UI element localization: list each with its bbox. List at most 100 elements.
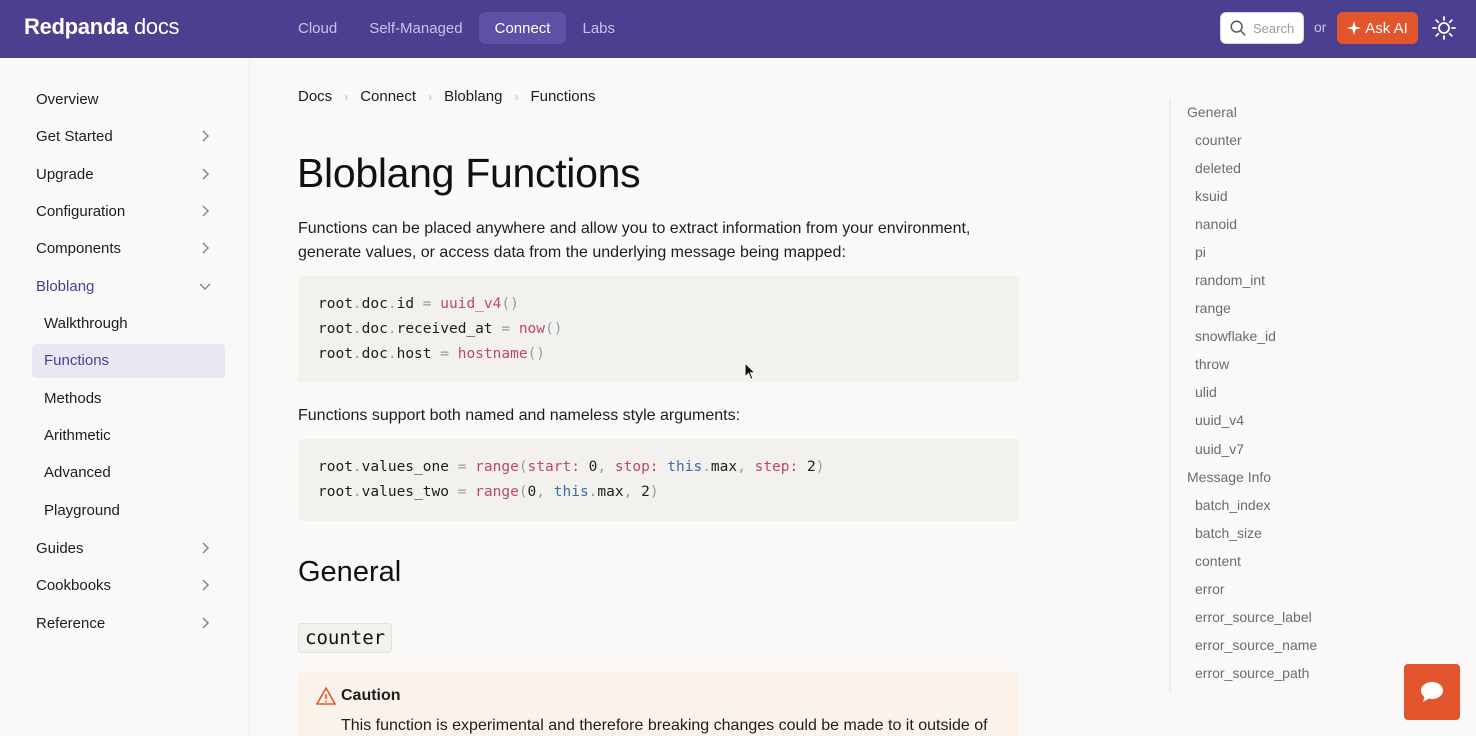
sidebar: Overview Get Started Upgrade Configurati… [0, 58, 250, 736]
page-title: Bloblang Functions [297, 150, 641, 196]
mouse-cursor-icon [744, 362, 757, 381]
ask-ai-label: Ask AI [1365, 19, 1408, 37]
toc-item[interactable]: random_int [1195, 272, 1265, 288]
chevron-right-icon [202, 579, 210, 591]
sidebar-item-configuration[interactable]: Configuration [36, 200, 216, 222]
sun-icon[interactable] [1432, 16, 1456, 40]
toc-item[interactable]: throw [1195, 356, 1229, 372]
sparkle-icon [1347, 21, 1362, 35]
function-name-counter: counter [298, 623, 393, 653]
nav-link-connect[interactable]: Connect [478, 12, 567, 44]
sidebar-item-label: Reference [36, 614, 106, 632]
chevron-right-icon [202, 542, 210, 554]
breadcrumb: Docs › Connect › Bloblang › Functions [298, 88, 596, 105]
search-placeholder: Search [1253, 20, 1295, 36]
search-input[interactable]: Search [1220, 12, 1304, 44]
code-line: root.doc.received_at = now() [318, 321, 563, 337]
sidebar-item-overview[interactable]: Overview [36, 88, 216, 110]
sidebar-item-label: Components [36, 239, 122, 257]
nav-links: Cloud Self-Managed Connect Labs [282, 12, 631, 44]
intro-line: generate values, or access data from the… [298, 244, 846, 261]
sidebar-item-label: Overview [36, 90, 99, 108]
brand-name: Redpanda [24, 14, 128, 39]
chevron-right-icon [202, 130, 210, 142]
caution-body: This function is experimental and theref… [341, 717, 988, 734]
sidebar-item-label: Guides [36, 539, 84, 557]
nav-link-labs[interactable]: Labs [566, 12, 631, 44]
chevron-right-icon: › [344, 89, 349, 104]
breadcrumb-docs[interactable]: Docs [298, 88, 332, 105]
nav-link-cloud[interactable]: Cloud [282, 12, 353, 44]
intro-line: Functions can be placed anywhere and all… [298, 220, 971, 237]
toc-heading-general[interactable]: General [1187, 104, 1237, 120]
sidebar-item-label: Bloblang [36, 277, 95, 295]
chevron-right-icon [202, 168, 210, 180]
toc-item[interactable]: uuid_v7 [1195, 441, 1244, 457]
nav-link-self-managed[interactable]: Self-Managed [353, 12, 478, 44]
sidebar-item-upgrade[interactable]: Upgrade [36, 163, 216, 185]
toc-item[interactable]: ksuid [1195, 188, 1228, 204]
toc-heading-message-info[interactable]: Message Info [1187, 469, 1271, 485]
toc-item[interactable]: batch_index [1195, 497, 1271, 513]
toc-item[interactable]: error_source_name [1195, 637, 1317, 653]
sidebar-item-guides[interactable]: Guides [36, 537, 216, 559]
sidebar-subitem-advanced[interactable]: Advanced [44, 464, 111, 481]
toc-item[interactable]: nanoid [1195, 216, 1237, 232]
sidebar-item-label: Cookbooks [36, 576, 112, 594]
intro-paragraph: Functions can be placed anywhere and all… [298, 217, 1018, 265]
sidebar-item-label: Upgrade [36, 165, 94, 183]
toc-item[interactable]: ulid [1195, 384, 1217, 400]
chevron-right-icon: › [514, 89, 519, 104]
warning-icon [316, 687, 336, 705]
toc-item[interactable]: error_source_label [1195, 609, 1312, 625]
sidebar-subitem-playground[interactable]: Playground [44, 502, 120, 519]
section-heading-general: General [298, 556, 402, 588]
caution-admonition: Caution This function is experimental an… [298, 671, 1019, 736]
sidebar-item-components[interactable]: Components [36, 237, 216, 259]
brand-suffix: docs [133, 14, 180, 39]
sidebar-subitem-methods[interactable]: Methods [44, 390, 102, 407]
toc-item[interactable]: uuid_v4 [1195, 412, 1244, 428]
sidebar-subitem-walkthrough[interactable]: Walkthrough [44, 315, 128, 332]
code-line: root.values_one = range(start: 0, stop: … [318, 459, 825, 475]
toc-item[interactable]: deleted [1195, 160, 1241, 176]
breadcrumb-bloblang[interactable]: Bloblang [444, 88, 502, 105]
caution-title: Caution [341, 687, 401, 704]
sidebar-item-cookbooks[interactable]: Cookbooks [36, 574, 216, 596]
or-text: or [1314, 19, 1327, 35]
code-line: root.doc.id = uuid_v4() [318, 296, 519, 312]
sidebar-item-reference[interactable]: Reference [36, 612, 216, 634]
args-paragraph: Functions support both named and nameles… [298, 407, 741, 424]
chevron-right-icon [202, 242, 210, 254]
toc-item[interactable]: error_source_path [1195, 665, 1309, 681]
toc-item[interactable]: range [1195, 300, 1231, 316]
sidebar-item-label: Configuration [36, 202, 126, 220]
sidebar-item-get-started[interactable]: Get Started [36, 125, 216, 147]
sidebar-item-bloblang[interactable]: Bloblang [36, 275, 216, 297]
chat-bubble-icon [1421, 682, 1443, 702]
toc-item[interactable]: pi [1195, 244, 1206, 260]
chevron-right-icon [202, 617, 210, 629]
toc-item[interactable]: counter [1195, 132, 1242, 148]
toc-rail [1169, 98, 1171, 692]
toc-item[interactable]: snowflake_id [1195, 328, 1276, 344]
chevron-right-icon [202, 205, 210, 217]
breadcrumb-connect[interactable]: Connect [360, 88, 416, 105]
toc-item[interactable]: error [1195, 581, 1225, 597]
code-line: root.values_two = range(0, this.max, 2) [318, 484, 659, 500]
code-block-functions: root.doc.id = uuid_v4() root.doc.receive… [298, 276, 1019, 382]
chat-widget-button[interactable] [1404, 664, 1460, 720]
chevron-right-icon: › [428, 89, 433, 104]
search-icon [1230, 20, 1246, 36]
sidebar-item-label: Get Started [36, 127, 113, 145]
code-line: root.doc.host = hostname() [318, 346, 546, 362]
sidebar-subitem-functions[interactable]: Functions [44, 352, 109, 369]
sidebar-subitem-arithmetic[interactable]: Arithmetic [44, 427, 111, 444]
code-block-arguments: root.values_one = range(start: 0, stop: … [298, 439, 1019, 521]
toc-item[interactable]: content [1195, 553, 1241, 569]
breadcrumb-functions: Functions [530, 88, 596, 105]
toc-item[interactable]: batch_size [1195, 525, 1262, 541]
top-nav: Redpanda docs Cloud Self-Managed Connect … [0, 0, 1476, 58]
ask-ai-button[interactable]: Ask AI [1337, 12, 1418, 44]
brand-logo[interactable]: Redpanda docs [24, 14, 180, 40]
